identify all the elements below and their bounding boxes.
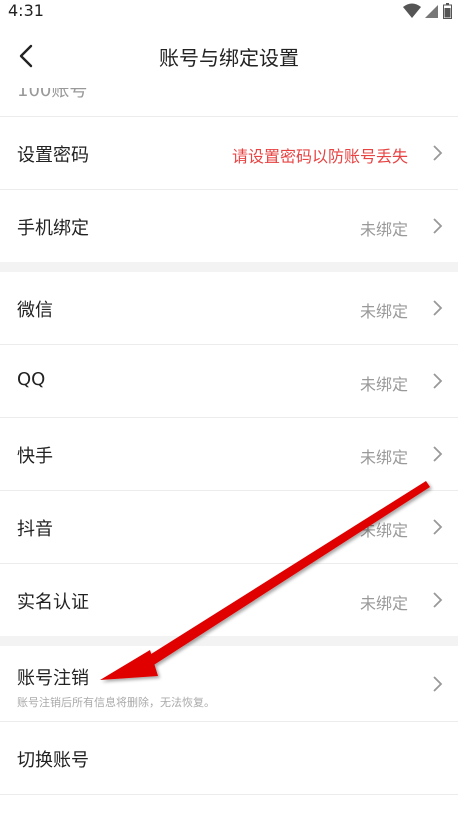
section-divider [0, 636, 458, 646]
row-label: 设置密码 [17, 145, 89, 166]
status-time: 4:31 [8, 1, 44, 20]
battery-icon [443, 3, 452, 19]
row-real-name[interactable]: 实名认证 未绑定 [0, 564, 458, 636]
row-label: 微信 [17, 300, 53, 321]
row-label: 抖音 [17, 519, 53, 540]
chevron-right-icon [433, 218, 443, 234]
nav-bar: 账号与绑定设置 [0, 24, 458, 88]
row-status: 未绑定 [359, 594, 408, 613]
status-icons [403, 3, 452, 19]
settings-list: 100账号 设置密码 请设置密码以防账号丢失 手机绑定 未绑定 微信 未绑定 Q… [0, 88, 458, 795]
page-title: 账号与绑定设置 [159, 46, 299, 70]
row-qq[interactable]: QQ 未绑定 [0, 345, 458, 418]
row-set-password[interactable]: 设置密码 请设置密码以防账号丢失 [0, 117, 458, 190]
row-status: 未绑定 [359, 302, 408, 321]
row-label: 手机绑定 [17, 218, 89, 239]
deactivate-hint: 账号注销后所有信息将删除，无法恢复。 [17, 696, 215, 709]
chevron-right-icon [433, 373, 443, 389]
row-label: QQ [17, 369, 46, 390]
row-label: 100账号 [17, 88, 88, 101]
chevron-right-icon [433, 592, 443, 608]
row-account-cut[interactable]: 100账号 [0, 88, 458, 117]
row-label: 快手 [17, 446, 53, 467]
chevron-right-icon [433, 676, 443, 692]
row-wechat[interactable]: 微信 未绑定 [0, 272, 458, 345]
row-phone-bind[interactable]: 手机绑定 未绑定 [0, 190, 458, 262]
cell-signal-icon [425, 5, 438, 18]
password-warning: 请设置密码以防账号丢失 [231, 147, 408, 166]
chevron-right-icon [433, 300, 443, 316]
row-status: 未绑定 [359, 448, 408, 467]
row-status: 未绑定 [359, 375, 408, 394]
row-label: 切换账号 [17, 750, 89, 771]
row-deactivate-account[interactable]: 账号注销 账号注销后所有信息将删除，无法恢复。 [0, 646, 458, 722]
chevron-right-icon [433, 145, 443, 161]
chevron-right-icon [433, 519, 443, 535]
wifi-icon [403, 3, 421, 18]
row-status: 未绑定 [359, 521, 408, 540]
row-switch-account[interactable]: 切换账号 [0, 722, 458, 795]
section-divider [0, 262, 458, 272]
status-bar: 4:31 [0, 0, 458, 24]
row-douyin[interactable]: 抖音 未绑定 [0, 491, 458, 564]
row-label: 实名认证 [17, 592, 89, 613]
row-label: 账号注销 [17, 668, 89, 689]
chevron-right-icon [433, 446, 443, 462]
row-status: 未绑定 [359, 220, 408, 239]
row-kuaishou[interactable]: 快手 未绑定 [0, 418, 458, 491]
